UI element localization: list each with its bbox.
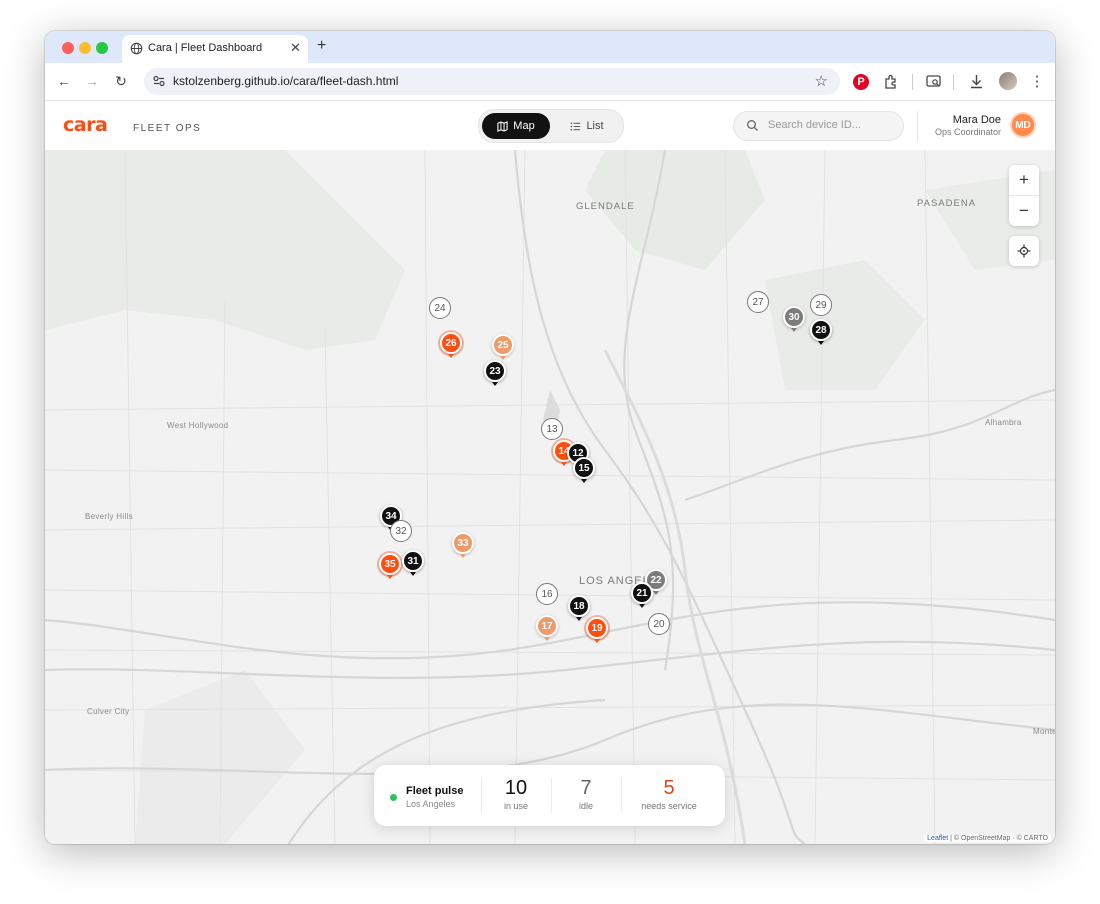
search-icon — [747, 120, 758, 131]
map-basemap — [45, 150, 1055, 844]
vehicle-marker[interactable]: 26 — [440, 332, 462, 354]
vehicle-marker[interactable]: 23 — [484, 360, 506, 382]
zoom-control: + − — [1009, 165, 1039, 226]
vehicle-marker[interactable]: 29 — [810, 294, 832, 316]
fleet-pulse-card: Fleet pulse Los Angeles 10 in use 7 idle… — [374, 765, 725, 826]
forward-icon[interactable]: → — [82, 71, 102, 91]
fleet-pulse-title: Fleet pulse — [406, 785, 464, 797]
in-use-label: in use — [503, 801, 529, 811]
tab-search-icon[interactable] — [925, 73, 943, 90]
map-attribution: Leaflet | © OpenStreetMap · © CARTO — [924, 835, 1051, 842]
fleet-ops-tagline: FLEET OPS — [133, 123, 202, 134]
place-label: Alhambra — [985, 418, 1022, 427]
vehicle-marker[interactable]: 30 — [783, 306, 805, 328]
fleet-pulse-city: Los Angeles — [406, 799, 456, 809]
tab-title: Cara | Fleet Dashboard — [148, 42, 263, 54]
toolbar-divider — [953, 74, 954, 90]
close-window-button[interactable] — [62, 42, 74, 54]
vehicle-marker[interactable]: 13 — [541, 418, 563, 440]
vehicle-marker[interactable]: 17 — [536, 615, 558, 637]
vehicle-marker[interactable]: 27 — [747, 291, 769, 313]
place-label: Monte — [1033, 727, 1055, 736]
zoom-out-button[interactable]: − — [1009, 196, 1039, 226]
stat-divider — [621, 778, 622, 813]
map-view-label: Map — [513, 120, 535, 132]
list-icon — [570, 121, 581, 131]
tab-strip: Cara | Fleet Dashboard ✕ + — [45, 31, 1055, 63]
vehicle-marker[interactable]: 20 — [648, 613, 670, 635]
app-header: cara FLEET OPS Map List Mara Doe Ops Coo… — [45, 101, 1055, 151]
fleet-map[interactable]: GLENDALE PASADENA West Hollywood Alhambr… — [45, 150, 1055, 844]
place-label: PASADENA — [917, 198, 977, 209]
extensions-icon[interactable] — [883, 73, 900, 90]
vehicle-marker[interactable]: 32 — [390, 520, 412, 542]
bookmark-star-icon[interactable]: ☆ — [815, 72, 828, 90]
vehicle-marker[interactable]: 31 — [402, 550, 424, 572]
vehicle-marker[interactable]: 24 — [429, 297, 451, 319]
list-view-button[interactable]: List — [555, 113, 619, 139]
crosshair-icon — [1017, 244, 1031, 258]
back-icon[interactable]: ← — [54, 71, 74, 91]
needs-service-stat: 5 needs service — [630, 777, 708, 811]
place-label: Culver City — [87, 707, 130, 716]
globe-icon — [130, 42, 143, 55]
leaflet-link[interactable]: Leaflet — [927, 835, 948, 842]
map-view-button[interactable]: Map — [482, 113, 550, 139]
view-toggle: Map List — [478, 109, 624, 143]
place-label: West Hollywood — [167, 421, 229, 430]
user-name: Mara Doe — [952, 114, 1001, 126]
url-text: kstolzenberg.github.io/cara/fleet-dash.h… — [173, 74, 399, 88]
vehicle-marker[interactable]: 18 — [568, 595, 590, 617]
vehicle-marker[interactable]: 21 — [631, 582, 653, 604]
browser-profile-avatar[interactable] — [999, 72, 1017, 90]
attribution-text: | © OpenStreetMap · © CARTO — [948, 835, 1048, 842]
address-bar[interactable]: kstolzenberg.github.io/cara/fleet-dash.h… — [144, 68, 840, 95]
reload-icon[interactable]: ↻ — [111, 71, 131, 91]
device-search — [733, 111, 904, 141]
list-view-label: List — [586, 120, 604, 132]
browser-tab[interactable]: Cara | Fleet Dashboard ✕ — [122, 35, 308, 63]
user-role: Ops Coordinator — [934, 127, 1001, 137]
status-dot — [390, 794, 397, 801]
toolbar-divider — [912, 74, 913, 90]
minimize-window-button[interactable] — [79, 42, 91, 54]
download-icon[interactable] — [968, 73, 985, 90]
idle-stat: 7 idle — [551, 777, 621, 811]
user-avatar[interactable]: MD — [1010, 112, 1036, 138]
map-icon — [497, 120, 508, 132]
place-label: GLENDALE — [576, 201, 635, 212]
vehicle-marker[interactable]: 19 — [586, 617, 608, 639]
vehicle-marker[interactable]: 15 — [573, 457, 595, 479]
idle-label: idle — [578, 801, 593, 811]
place-label: Beverly Hills — [85, 512, 133, 521]
vehicle-marker[interactable]: 25 — [492, 334, 514, 356]
vehicle-marker[interactable]: 28 — [810, 319, 832, 341]
vehicle-marker[interactable]: 35 — [379, 553, 401, 575]
needs-service-count: 5 — [663, 777, 675, 799]
idle-count: 7 — [580, 777, 592, 799]
close-tab-icon[interactable]: ✕ — [290, 40, 301, 56]
needs-service-label: needs service — [641, 801, 697, 811]
vehicle-marker[interactable]: 33 — [452, 532, 474, 554]
browser-menu-icon[interactable]: ⋮ — [1027, 71, 1047, 91]
zoom-in-button[interactable]: + — [1009, 165, 1039, 195]
in-use-count: 10 — [504, 777, 528, 799]
in-use-stat: 10 in use — [481, 777, 551, 811]
vehicle-marker[interactable]: 16 — [536, 583, 558, 605]
locate-button[interactable] — [1009, 236, 1039, 266]
header-divider — [917, 111, 918, 141]
cara-logo[interactable]: cara — [63, 114, 108, 136]
zoom-window-button[interactable] — [96, 42, 108, 54]
search-input[interactable] — [766, 118, 898, 132]
new-tab-icon[interactable]: + — [317, 37, 326, 55]
site-settings-icon[interactable] — [152, 74, 166, 88]
browser-window: Cara | Fleet Dashboard ✕ + ← → ↻ kstolze… — [45, 31, 1055, 844]
browser-toolbar: ← → ↻ kstolzenberg.github.io/cara/fleet-… — [45, 63, 1055, 101]
pinterest-extension-icon[interactable]: P — [853, 74, 869, 90]
